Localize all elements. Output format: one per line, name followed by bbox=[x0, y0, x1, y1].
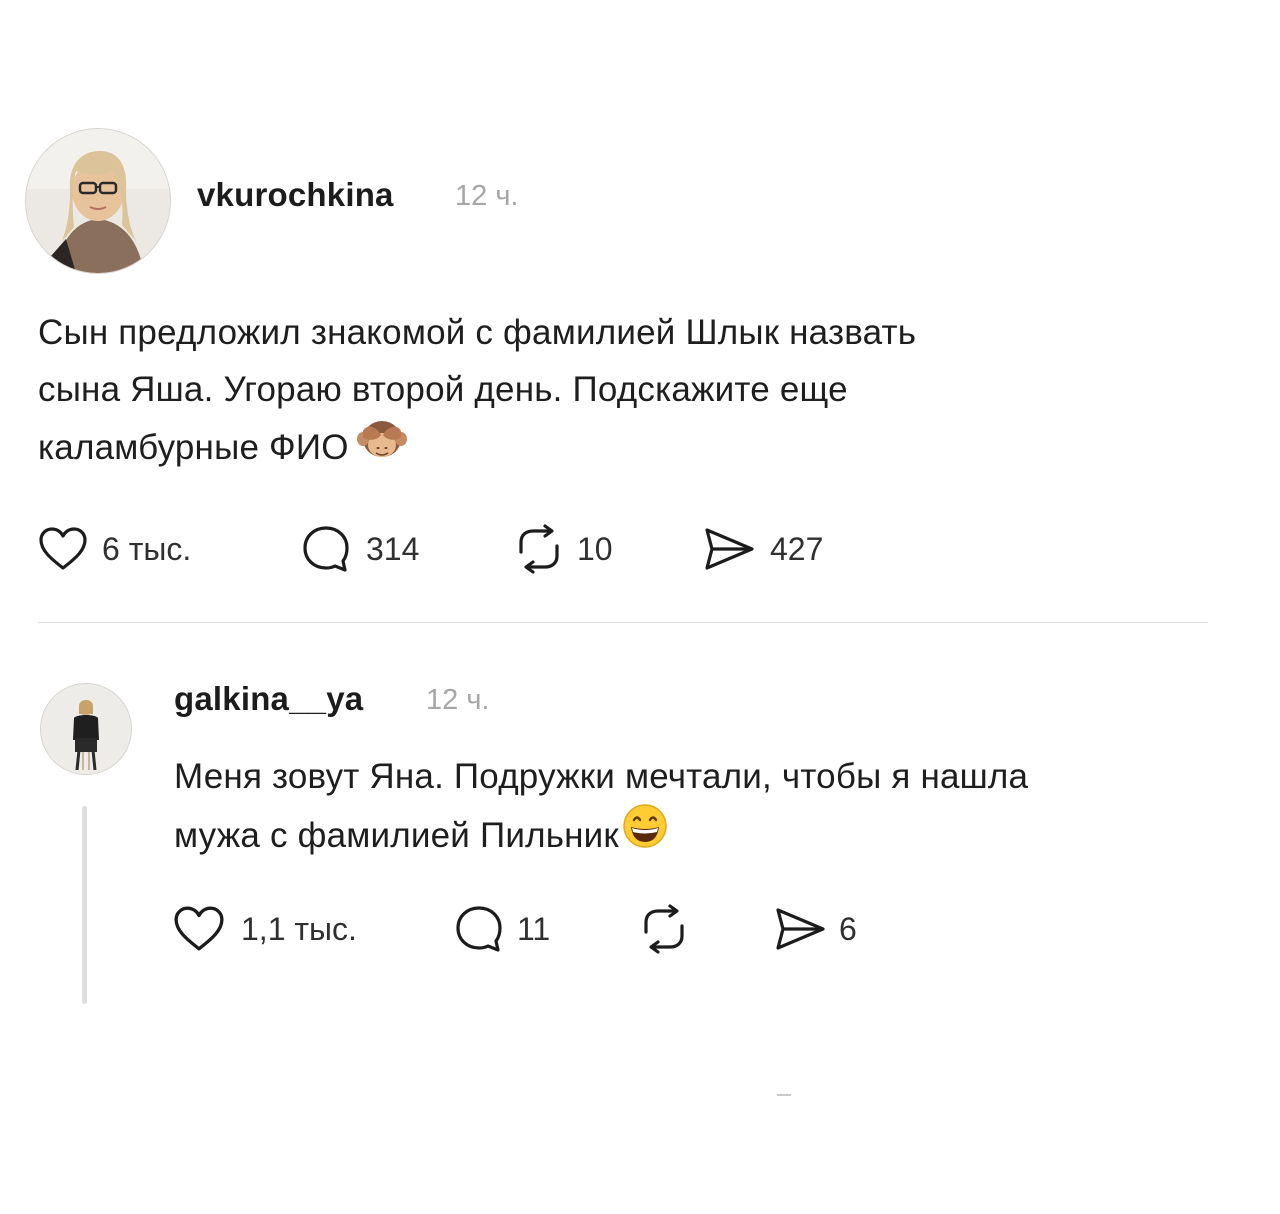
send-icon bbox=[776, 908, 825, 950]
see-no-evil-monkey-icon bbox=[356, 415, 407, 478]
thread-line bbox=[82, 806, 87, 1004]
comment-button[interactable]: 11 bbox=[453, 904, 550, 954]
like-count: 6 тыс. bbox=[102, 530, 192, 567]
reply-text-line: Меня зовут Яна. Подружки мечтали, чтобы … bbox=[174, 757, 1029, 796]
send-icon bbox=[705, 528, 754, 570]
share-button[interactable]: 6 bbox=[773, 904, 857, 954]
username[interactable]: vkurochkina bbox=[197, 176, 394, 214]
heart-icon bbox=[39, 527, 87, 570]
repost-button[interactable] bbox=[636, 904, 706, 954]
reply-text: Меня зовут Яна. Подружки мечтали, чтобы … bbox=[174, 748, 1028, 870]
post-text: Сын предложил знакомой с фамилией Шлык н… bbox=[38, 304, 916, 481]
comment-count: 11 bbox=[517, 910, 551, 947]
post-text-line: сына Яша. Угораю второй день. Подскажите… bbox=[38, 370, 848, 409]
avatar[interactable] bbox=[25, 128, 171, 274]
divider bbox=[38, 622, 1208, 623]
timestamp: 12 ч. bbox=[426, 684, 490, 716]
like-count: 1,1 тыс. bbox=[241, 910, 357, 947]
repost-icon bbox=[644, 904, 684, 954]
post-text-line: каламбурные ФИО bbox=[38, 427, 349, 467]
speech-bubble-icon bbox=[303, 526, 349, 572]
share-count: 427 bbox=[770, 530, 824, 567]
comment-count: 314 bbox=[366, 530, 420, 567]
share-button[interactable]: 427 bbox=[702, 524, 823, 574]
reply-text-line: мужа с фамилией Пильник bbox=[174, 815, 619, 855]
reply-avatar[interactable] bbox=[40, 683, 132, 775]
speech-bubble-icon bbox=[456, 906, 502, 952]
like-button[interactable]: 6 тыс. bbox=[38, 524, 191, 574]
like-button[interactable]: 1,1 тыс. bbox=[173, 904, 357, 954]
timestamp: 12 ч. bbox=[455, 180, 519, 212]
divider-fragment bbox=[777, 1094, 791, 1096]
heart-icon bbox=[174, 906, 224, 951]
repost-button[interactable]: 10 bbox=[511, 524, 613, 574]
repost-icon bbox=[519, 524, 559, 574]
avatar-photo bbox=[41, 684, 131, 774]
post-text-line: Сын предложил знакомой с фамилией Шлык н… bbox=[38, 313, 917, 352]
username[interactable]: galkina__ya bbox=[174, 680, 363, 718]
repost-count: 10 bbox=[577, 530, 613, 567]
grinning-face-icon bbox=[621, 802, 669, 867]
share-count: 6 bbox=[839, 910, 857, 947]
avatar-photo bbox=[26, 129, 170, 273]
comment-button[interactable]: 314 bbox=[300, 524, 419, 574]
